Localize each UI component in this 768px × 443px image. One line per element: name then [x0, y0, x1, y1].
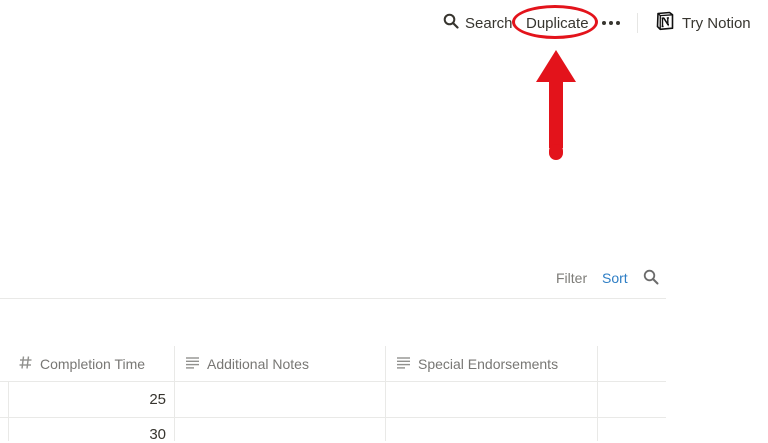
column-header-label: Completion Time [40, 356, 145, 372]
highlight-ellipse [512, 5, 598, 39]
column-border [385, 346, 386, 441]
notion-logo-icon [655, 11, 675, 35]
text-lines-icon [185, 355, 200, 373]
view-toolbar: Filter Sort [0, 266, 666, 292]
table-header-row: Completion Time Additional Notes Special… [0, 346, 666, 381]
sort-button[interactable]: Sort [602, 270, 628, 286]
search-icon[interactable] [643, 269, 659, 285]
toolbar-divider [0, 298, 666, 299]
completion-time-cell[interactable]: 25 [6, 391, 166, 408]
try-notion-button[interactable]: Try Notion [655, 12, 751, 34]
column-header-additional-notes[interactable]: Additional Notes [185, 346, 309, 381]
topbar-divider [637, 13, 638, 33]
column-header-label: Special Endorsements [418, 356, 558, 372]
row-border [0, 417, 666, 418]
column-header-completion-time[interactable]: Completion Time [18, 346, 145, 381]
column-border [597, 346, 598, 441]
try-notion-label: Try Notion [682, 15, 751, 32]
column-header-label: Additional Notes [207, 356, 309, 372]
header-border [0, 381, 666, 382]
number-hash-icon [18, 355, 33, 373]
search-icon [443, 13, 459, 33]
more-horizontal-icon[interactable] [602, 14, 620, 32]
completion-time-cell[interactable]: 30 [6, 426, 166, 443]
text-lines-icon [396, 355, 411, 373]
search-label: Search [465, 15, 513, 32]
search-button[interactable]: Search [443, 12, 513, 34]
filter-button[interactable]: Filter [556, 270, 587, 286]
top-bar: Search Duplicate Try Notion [0, 0, 768, 44]
column-header-special-endorsements[interactable]: Special Endorsements [396, 346, 558, 381]
column-border [174, 346, 175, 441]
red-arrow-icon [532, 48, 580, 164]
